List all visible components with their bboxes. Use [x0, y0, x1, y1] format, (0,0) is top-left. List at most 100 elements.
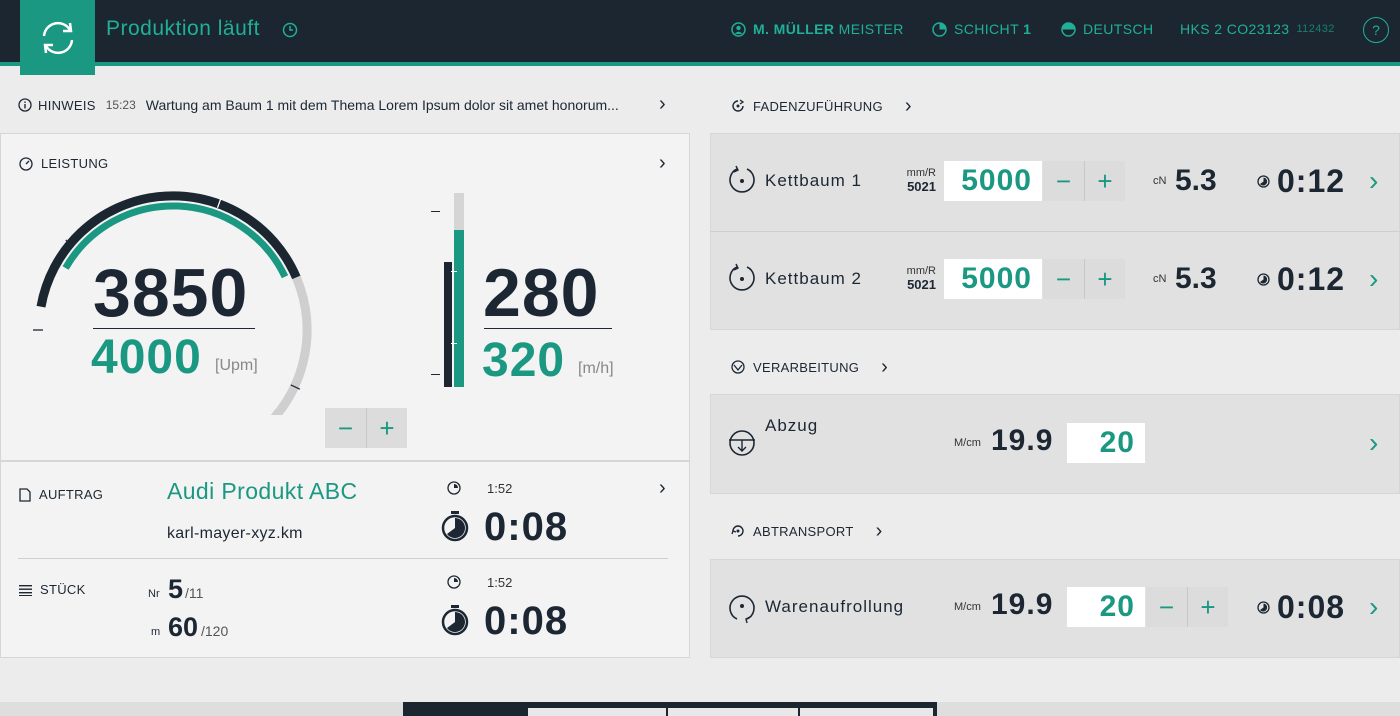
piece-clock-icon	[447, 575, 461, 594]
machine-serial: 112432	[1296, 23, 1335, 35]
warp-beam-2-cn-label: cN	[1153, 273, 1167, 285]
document-icon	[19, 487, 31, 502]
speed-stepper: − +	[325, 408, 407, 448]
user-icon	[731, 21, 746, 37]
rate-unit: [m/h]	[578, 360, 614, 377]
sync-icon[interactable]	[20, 0, 95, 75]
cloth-takeup-timer-icon	[1257, 601, 1270, 619]
shift-icon	[932, 21, 947, 37]
order-product[interactable]: Audi Produkt ABC	[167, 478, 358, 505]
order-chevron-right-icon[interactable]: ›	[659, 478, 666, 498]
abtransport-header[interactable]: ABTRANSPORT ›	[731, 521, 883, 541]
warp-beam-2-unit-value: 5021	[907, 276, 936, 292]
speed-divider	[93, 328, 255, 329]
language-label: DEUTSCH	[1083, 21, 1154, 37]
takeoff-unit: M/cm	[954, 437, 981, 449]
cloth-takeup-icon	[727, 592, 757, 629]
language-menu[interactable]: DEUTSCH	[1061, 21, 1153, 37]
warp-beam-1-input[interactable]: 5000	[944, 161, 1042, 201]
warp-beam-1-stepper: − +	[1043, 161, 1125, 201]
warp-beam-1-icon	[727, 165, 757, 200]
piece-m-value: 60	[168, 612, 199, 642]
speed-minus-button[interactable]: −	[325, 408, 366, 448]
hint-chevron-right-icon[interactable]: ›	[659, 94, 666, 114]
piece-m-total: /120	[201, 623, 229, 639]
cloth-takeup-input[interactable]: 20	[1067, 587, 1145, 627]
leistung-chevron-right-icon[interactable]: ›	[659, 153, 666, 173]
cloth-takeup-time: 0:08	[1277, 589, 1346, 625]
processing-icon	[731, 360, 745, 374]
hint-text: Wartung am Baum 1 mit dem Thema Lorem Ip…	[145, 97, 619, 113]
warp-beam-2-stepper: − +	[1043, 259, 1125, 299]
order-clock-icon	[447, 481, 461, 500]
piece-m-label: m	[151, 626, 161, 638]
rate-tick-4	[431, 374, 440, 375]
bottom-nav-tab-2[interactable]	[668, 708, 798, 716]
takeoff-input[interactable]: 20	[1067, 423, 1145, 463]
rate-divider	[484, 328, 612, 329]
user-menu[interactable]: M. MÜLLER MEISTER	[731, 21, 904, 37]
help-icon[interactable]: ?	[1363, 17, 1389, 43]
takeoff-name: Abzug	[765, 416, 819, 435]
machine-info[interactable]: HKS 2 CO23123 112432	[1180, 21, 1335, 37]
piece-time-big: 0:08	[484, 599, 569, 643]
gauge-icon	[19, 156, 33, 171]
warp-beam-1-chevron-right-icon[interactable]: ›	[1369, 167, 1378, 195]
warp-beam-2-icon	[727, 263, 757, 298]
auftrag-header: AUFTRAG	[19, 487, 103, 502]
warp-beam-2-input[interactable]: 5000	[944, 259, 1042, 299]
shift-menu[interactable]: SCHICHT 1	[932, 21, 1031, 37]
cloth-takeup-stepper: − +	[1146, 587, 1228, 627]
speed-target: 4000	[91, 331, 202, 384]
bottom-nav-tab-1[interactable]	[528, 708, 666, 716]
warp-beam-1-unit: mm/R 5021	[890, 167, 936, 195]
piece-nr-label: Nr	[148, 588, 160, 600]
clock-icon[interactable]	[282, 22, 298, 43]
language-icon	[1061, 21, 1076, 37]
fadenzufuehrung-header[interactable]: FADENZUFÜHRUNG ›	[731, 96, 912, 116]
verarbeitung-header[interactable]: VERARBEITUNG ›	[731, 357, 888, 377]
shift-label: SCHICHT	[954, 21, 1019, 37]
leistung-label: LEISTUNG	[41, 156, 109, 171]
cloth-takeup-unit: M/cm	[954, 601, 981, 613]
piece-time-small: 1:52	[487, 575, 513, 590]
abtransport-chevron-icon: ›	[875, 520, 883, 542]
production-status: Produktion läuft	[106, 17, 260, 40]
speed-plus-button[interactable]: +	[366, 408, 407, 448]
warp-beam-2-plus-button[interactable]: +	[1084, 259, 1125, 299]
cloth-takeup-plus-button[interactable]: +	[1187, 587, 1228, 627]
auftrag-label: AUFTRAG	[39, 487, 104, 502]
hint-row[interactable]: HINWEIS 15:23 Wartung am Baum 1 mit dem …	[18, 95, 678, 115]
piece-nr-total: /11	[185, 585, 204, 601]
hint-label: HINWEIS	[38, 97, 96, 113]
takeoff-icon	[727, 428, 757, 463]
speed-actual: 3850	[93, 255, 249, 331]
takeoff-panel	[710, 394, 1400, 494]
warp-beam-divider	[710, 231, 1400, 232]
rate-bar-marker	[444, 262, 452, 387]
warp-beam-1-time: 0:12	[1277, 163, 1346, 199]
user-name: M. MÜLLER	[753, 21, 835, 37]
order-divider	[18, 558, 668, 559]
warp-beam-1-timer-icon	[1257, 175, 1270, 193]
cloth-takeup-minus-button[interactable]: −	[1146, 587, 1187, 627]
user-role: MEISTER	[838, 21, 904, 37]
cloth-takeup-chevron-right-icon[interactable]: ›	[1369, 593, 1378, 621]
bottom-nav-tab-3[interactable]	[800, 708, 933, 716]
warp-beam-2-time: 0:12	[1277, 261, 1346, 297]
warp-beam-1-plus-button[interactable]: +	[1084, 161, 1125, 201]
stueck-label: STÜCK	[40, 582, 86, 597]
rate-actual: 280	[483, 255, 600, 331]
rate-tick-1	[431, 211, 440, 212]
rate-bar-fill	[454, 229, 464, 387]
hint-time: 15:23	[105, 98, 136, 112]
warp-beam-2-chevron-right-icon[interactable]: ›	[1369, 265, 1378, 293]
takeoff-chevron-right-icon[interactable]: ›	[1369, 429, 1378, 457]
transport-icon	[731, 525, 744, 537]
rate-tick-2	[451, 271, 457, 272]
fadenzufuehrung-chevron-icon: ›	[904, 95, 912, 117]
machine-name: HKS 2 CO23123	[1180, 21, 1290, 37]
warp-beam-2-unit: mm/R 5021	[890, 265, 936, 293]
warp-beam-2-minus-button[interactable]: −	[1043, 259, 1084, 299]
warp-beam-1-minus-button[interactable]: −	[1043, 161, 1084, 201]
